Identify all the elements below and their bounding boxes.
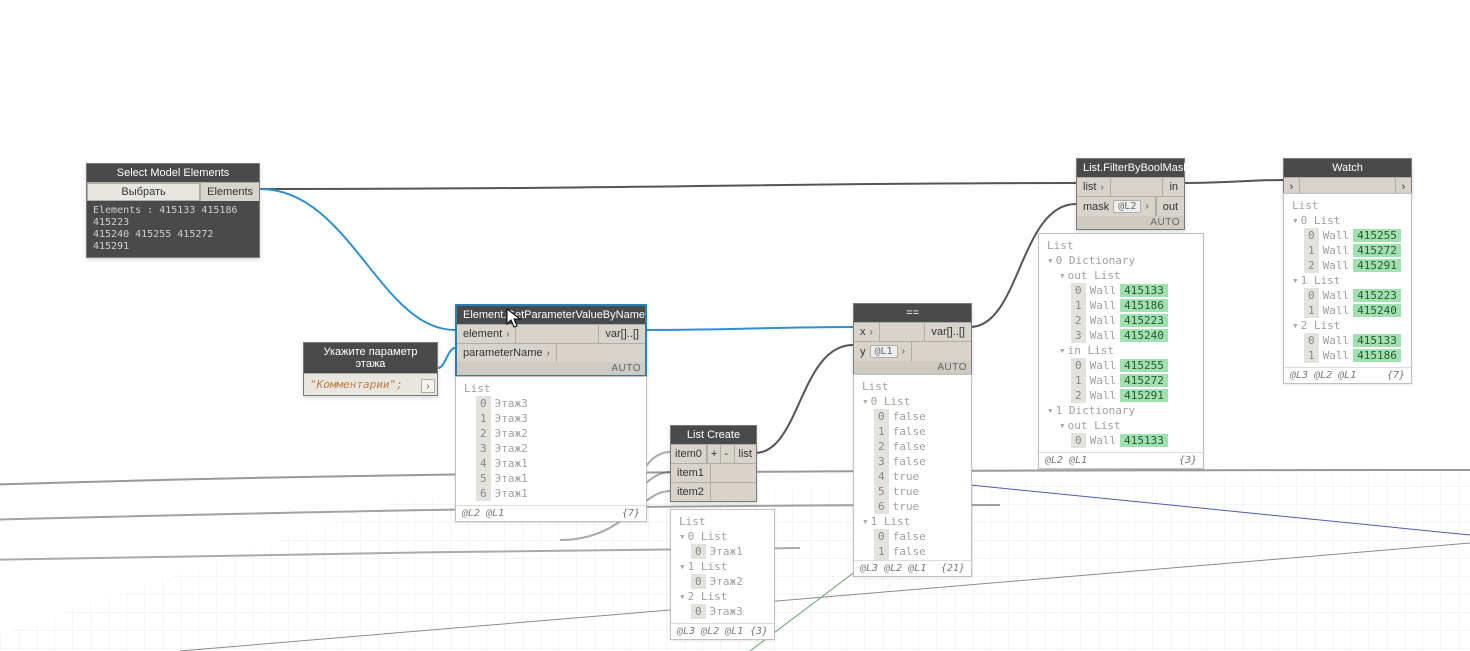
chevron-right-icon: ›	[902, 346, 905, 357]
preview-filter-bool-mask: List▾0 Dictionary▾out List0Wall4151331Wa…	[1038, 233, 1204, 469]
add-item-button[interactable]: +	[707, 445, 720, 463]
port-output[interactable]: var[]..[]	[598, 325, 645, 343]
node-equals[interactable]: == x› var[]..[] y @L1› AUTO	[853, 303, 972, 375]
lacing-footer: AUTO	[457, 362, 645, 375]
lacing-footer: AUTO	[854, 361, 971, 374]
preview-get-parameter: List0Этаж31Этаж32Этаж23Этаж24Этаж15Этаж1…	[455, 376, 647, 522]
node-title: Element.GetParameterValueByName	[457, 306, 645, 324]
node-title: ==	[854, 304, 971, 322]
port-output[interactable]: var[]..[]	[924, 323, 971, 341]
port-x[interactable]: x›	[854, 323, 880, 341]
node-watch[interactable]: Watch › ›	[1283, 158, 1412, 197]
chevron-right-icon: ›	[1100, 182, 1103, 193]
elements-readout: Elements : 415133 415186 415223415240 41…	[87, 201, 259, 257]
chevron-right-icon: ›	[870, 327, 873, 338]
lacing-footer: AUTO	[1077, 216, 1184, 229]
node-list-create[interactable]: List Create item0 + - list item1 item2	[670, 425, 757, 502]
port-element[interactable]: element›	[457, 325, 516, 343]
node-title: Watch	[1284, 159, 1411, 177]
remove-item-button[interactable]: -	[720, 445, 731, 463]
code-body[interactable]: "Комментарии";	[304, 373, 437, 395]
port-item2[interactable]: item2	[671, 483, 711, 501]
node-get-parameter-value[interactable]: Element.GetParameterValueByName element›…	[455, 304, 647, 377]
port-in[interactable]: in	[1162, 178, 1184, 196]
chevron-right-icon: ›	[546, 348, 549, 359]
port-list[interactable]: list›	[1077, 178, 1111, 196]
port-item1[interactable]: item1	[671, 464, 711, 482]
code-out-port[interactable]: ›	[421, 379, 435, 393]
chevron-right-icon: ›	[506, 329, 509, 340]
node-filter-bool-mask[interactable]: List.FilterByBoolMask list› in mask @L2›…	[1076, 158, 1185, 230]
port-elements[interactable]: Elements	[200, 183, 259, 201]
node-code-block[interactable]: Укажите параметр этажа "Комментарии"; ›	[303, 342, 438, 396]
port-item0[interactable]: item0	[671, 445, 707, 463]
node-title: List Create	[671, 426, 756, 444]
node-title: Select Model Elements	[87, 164, 259, 182]
port-mask[interactable]: mask @L2›	[1077, 197, 1156, 216]
port-parametername[interactable]: parameterName›	[457, 344, 557, 362]
preview-list-create: List▾0 List0Этаж1▾1 List0Этаж2▾2 List0Эт…	[670, 509, 775, 640]
port-y[interactable]: y @L1›	[854, 342, 912, 361]
chevron-right-icon: ›	[1145, 201, 1148, 212]
group-title: Укажите параметр этажа	[304, 343, 437, 373]
node-select-model-elements[interactable]: Select Model Elements Выбрать Elements E…	[86, 163, 260, 258]
port-list[interactable]: list	[734, 445, 756, 463]
select-button[interactable]: Выбрать	[87, 183, 200, 201]
preview-equals: List▾0 List0false1false2false3false4true…	[853, 374, 972, 577]
node-title: List.FilterByBoolMask	[1077, 159, 1184, 177]
port-out[interactable]: out	[1156, 197, 1184, 216]
preview-watch: List▾0 List0Wall4152551Wall4152722Wall41…	[1283, 193, 1412, 384]
